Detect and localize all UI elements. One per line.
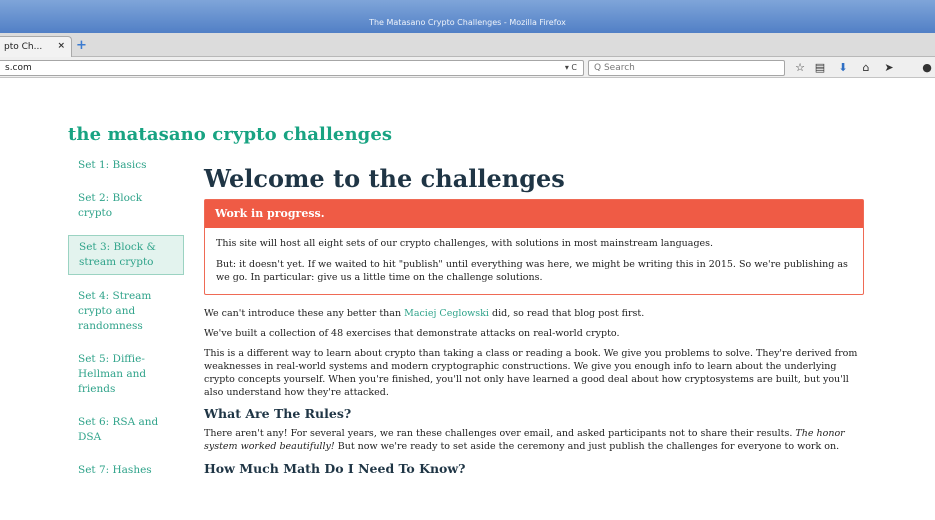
tab-strip: pto Ch... × +: [0, 33, 935, 57]
sidebar-item-set-2[interactable]: Set 2: Block crypto: [68, 187, 184, 225]
download-icon[interactable]: ⬇: [836, 61, 850, 75]
search-input[interactable]: Q Search: [588, 60, 785, 76]
rules-text: But now we're ready to set aside the cer…: [334, 441, 840, 452]
rules-paragraph: There aren't any! For several years, we …: [204, 427, 864, 453]
intro-text: did, so read that blog post first.: [488, 308, 645, 319]
sidebar-item-set-1[interactable]: Set 1: Basics: [68, 154, 184, 177]
sidebar-item-set-7[interactable]: Set 7: Hashes: [68, 459, 184, 482]
new-tab-icon[interactable]: +: [76, 39, 90, 54]
sidebar-item-set-5[interactable]: Set 5: Diffie-Hellman and friends: [68, 348, 184, 401]
sidebar: Set 1: Basics Set 2: Block crypto Set 3:…: [68, 154, 184, 492]
page-heading: Welcome to the challenges: [204, 164, 565, 193]
rules-heading: What Are The Rules?: [204, 406, 352, 421]
site-title[interactable]: the matasano crypto challenges: [68, 124, 392, 145]
sidebar-item-set-3[interactable]: Set 3: Block & stream crypto: [68, 235, 184, 275]
window-titlebar: The Matasano Crypto Challenges - Mozilla…: [0, 0, 935, 36]
rules-text: There aren't any! For several years, we …: [204, 428, 796, 439]
reading-list-icon[interactable]: ▤: [813, 61, 827, 75]
main-content: Welcome to the challenges Work in progre…: [204, 164, 864, 482]
alert-paragraph: This site will host all eight sets of ou…: [216, 238, 714, 249]
url-bar[interactable]: s.com ▾ C: [0, 60, 584, 76]
alert-paragraph: But: it doesn't yet. If we waited to hit…: [216, 259, 848, 283]
work-in-progress-alert: Work in progress. This site will host al…: [204, 199, 864, 295]
window-title: The Matasano Crypto Challenges - Mozilla…: [369, 18, 566, 27]
navigation-bar: s.com ▾ C Q Search ☆ ▤ ⬇ ⌂ ➤ ●: [0, 57, 935, 78]
url-text: s.com: [5, 63, 32, 73]
alert-body: This site will host all eight sets of ou…: [205, 228, 863, 294]
alert-title: Work in progress.: [205, 200, 863, 228]
intro-paragraph: We've built a collection of 48 exercises…: [204, 328, 620, 339]
star-icon[interactable]: ☆: [793, 61, 807, 75]
send-icon[interactable]: ➤: [882, 61, 896, 75]
intro-text: We can't introduce these any better than: [204, 308, 405, 319]
tab-matasano[interactable]: pto Ch... ×: [0, 36, 72, 57]
maciej-ceglowski-link[interactable]: Maciej Ceglowski: [404, 308, 489, 319]
sidebar-item-set-4[interactable]: Set 4: Stream crypto and randomness: [68, 285, 184, 338]
intro-paragraph: This is a different way to learn about c…: [204, 348, 858, 398]
tab-label: pto Ch...: [4, 42, 43, 52]
math-heading: How Much Math Do I Need To Know?: [204, 461, 466, 476]
sidebar-item-set-6[interactable]: Set 6: RSA and DSA: [68, 411, 184, 449]
home-icon[interactable]: ⌂: [859, 61, 873, 75]
menu-icon[interactable]: ●: [920, 61, 934, 75]
intro-paragraph: We can't introduce these any better than…: [204, 307, 864, 320]
reload-icon[interactable]: ▾ C: [565, 63, 577, 72]
close-tab-icon[interactable]: ×: [57, 41, 65, 51]
